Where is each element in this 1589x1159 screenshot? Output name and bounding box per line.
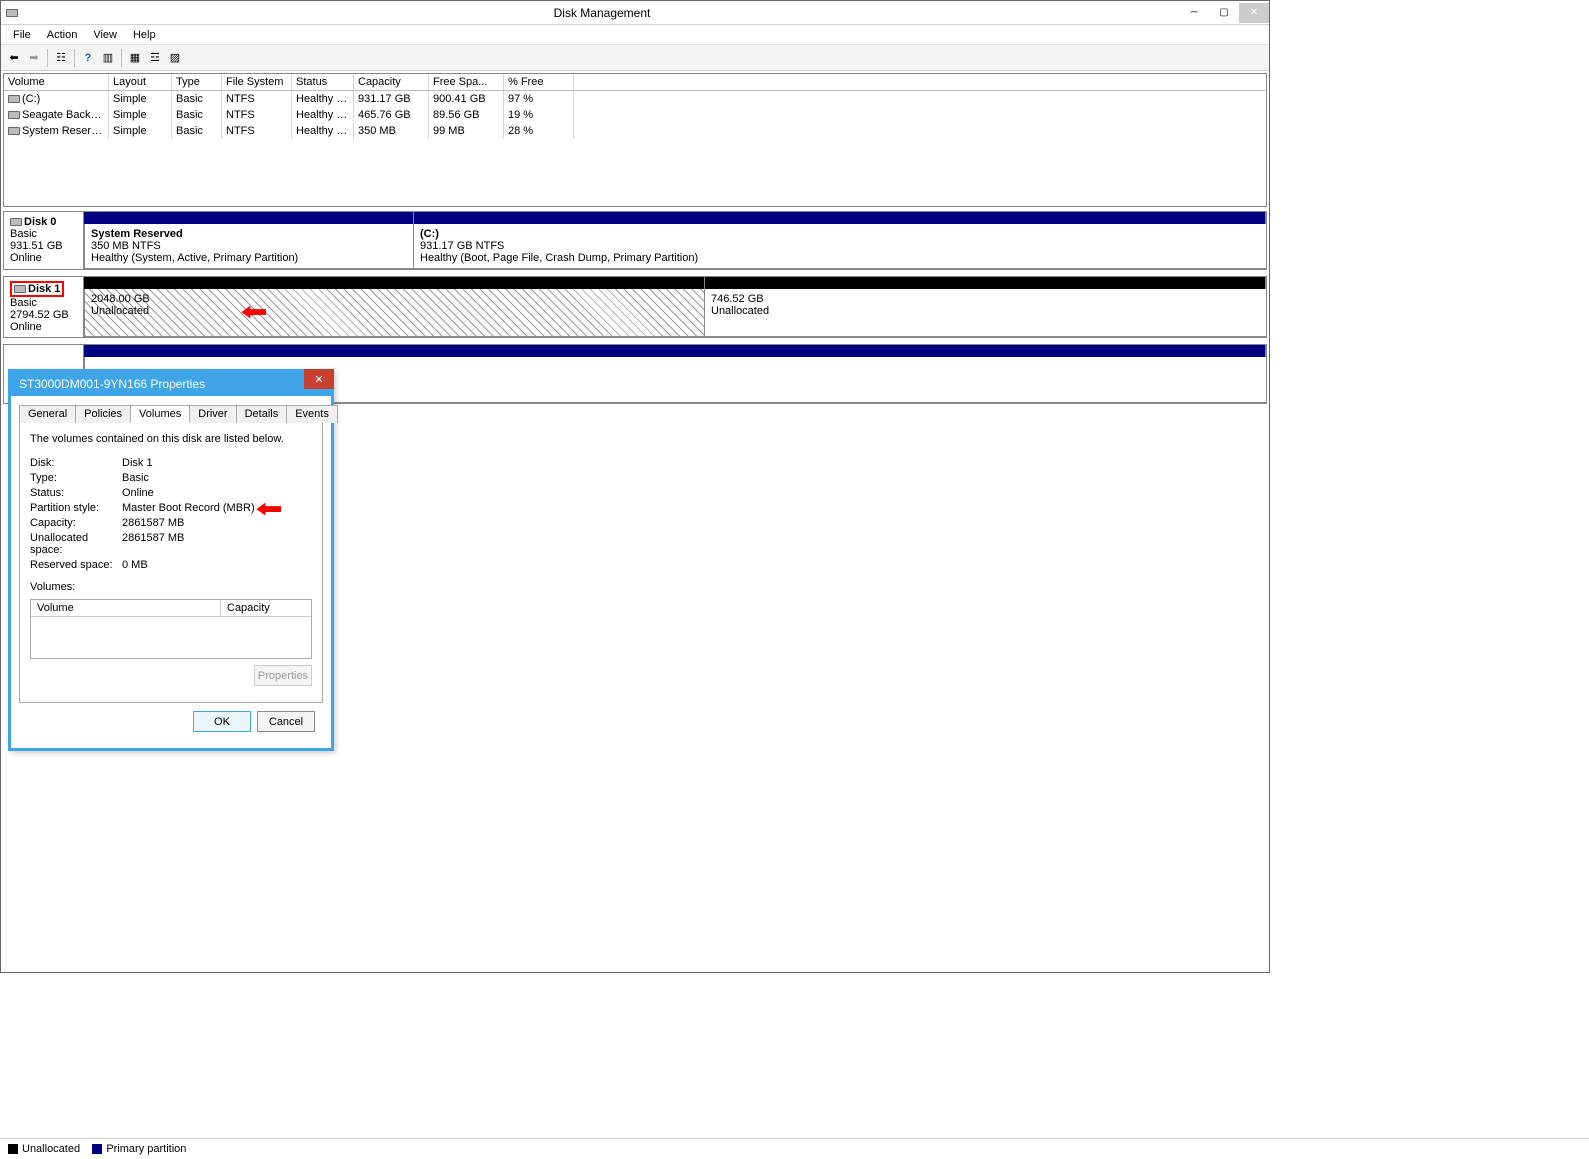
disk-icon [10,218,22,226]
volume-list-body[interactable]: (C:)SimpleBasicNTFSHealthy (B...931.17 G… [4,91,1266,206]
col-freespace[interactable]: Free Spa... [429,74,504,90]
back-button[interactable]: ⬅ [5,49,23,67]
ok-button[interactable]: OK [193,711,251,732]
disk-icon [14,285,26,293]
separator [47,49,48,67]
volume-row[interactable]: (C:)SimpleBasicNTFSHealthy (B...931.17 G… [4,91,1266,107]
cancel-button[interactable]: Cancel [257,711,315,732]
dialog-close-button[interactable]: ✕ [304,369,334,389]
properties-button: Properties [254,665,312,686]
tab-volumes[interactable]: Volumes [130,405,190,423]
col-layout[interactable]: Layout [109,74,172,90]
volume-list-header: Volume Layout Type File System Status Ca… [4,74,1266,91]
menu-view[interactable]: View [85,27,125,43]
legend-primary-swatch [92,1144,102,1154]
volumes-label: Volumes: [30,581,312,593]
dialog-intro: The volumes contained on this disk are l… [30,433,312,445]
legend: Unallocated Primary partition [0,1138,1589,1159]
disk-row-0[interactable]: Disk 0 Basic 931.51 GB Online System Res… [3,211,1267,270]
col-type[interactable]: Type [172,74,222,90]
col-capacity[interactable]: Capacity [354,74,429,90]
highlight-annotation: Disk 1 [10,281,64,297]
col-status[interactable]: Status [292,74,354,90]
disk0-partition-systemreserved[interactable]: System Reserved 350 MB NTFS Healthy (Sys… [84,224,414,269]
disk-row-1[interactable]: Disk 1 Basic 2794.52 GB Online 2048.00 G… [3,276,1267,338]
menu-action[interactable]: Action [39,27,86,43]
help-icon[interactable]: ? [79,49,97,67]
maximize-button[interactable]: ▢ [1209,3,1239,23]
minimize-button[interactable]: ─ [1179,3,1209,23]
menu-help[interactable]: Help [125,27,164,43]
arrow-annotation: ⬅ [256,496,282,522]
disk1-unallocated-1[interactable]: 2048.00 GB ⬅ Unallocated [84,289,705,337]
vols-col-capacity: Capacity [221,600,276,616]
window-title: Disk Management [25,6,1179,20]
volume-row[interactable]: System ReservedSimpleBasicNTFSHealthy (S… [4,123,1266,139]
separator [74,49,75,67]
col-filesystem[interactable]: File System [222,74,292,90]
disk0-partition-c[interactable]: (C:) 931.17 GB NTFS Healthy (Boot, Page … [413,224,1267,269]
app-icon [5,5,21,21]
arrow-annotation: ⬅ [241,299,267,325]
tab-events[interactable]: Events [286,405,338,423]
vols-col-volume: Volume [31,600,221,616]
toolbar-icon-4[interactable]: ☲ [146,49,164,67]
menu-file[interactable]: File [5,27,39,43]
tab-policies[interactable]: Policies [75,405,131,423]
tab-general[interactable]: General [19,405,76,423]
separator [121,49,122,67]
close-button[interactable]: ✕ [1239,3,1269,23]
dialog-title: ST3000DM001-9YN166 Properties [19,377,205,391]
toolbar-icon-1[interactable]: ☷ [52,49,70,67]
disk1-unallocated-2[interactable]: 746.52 GB Unallocated [704,289,1267,337]
forward-button[interactable]: ➡ [25,49,43,67]
disk0-label: Disk 0 Basic 931.51 GB Online [4,212,84,269]
volume-row[interactable]: Seagate Backup Pl...SimpleBasicNTFSHealt… [4,107,1266,123]
toolbar-icon-5[interactable]: ▨ [166,49,184,67]
tab-details[interactable]: Details [236,405,288,423]
properties-dialog: ST3000DM001-9YN166 Properties ✕ General … [8,369,334,751]
volumes-listbox[interactable]: Volume Capacity [30,599,312,659]
legend-unallocated-swatch [8,1144,18,1154]
toolbar-icon-2[interactable]: ▥ [99,49,117,67]
tab-driver[interactable]: Driver [189,405,236,423]
col-volume[interactable]: Volume [4,74,109,90]
disk1-label: Disk 1 Basic 2794.52 GB Online [4,277,84,337]
col-pctfree[interactable]: % Free [504,74,574,90]
toolbar-icon-3[interactable]: ▦ [126,49,144,67]
